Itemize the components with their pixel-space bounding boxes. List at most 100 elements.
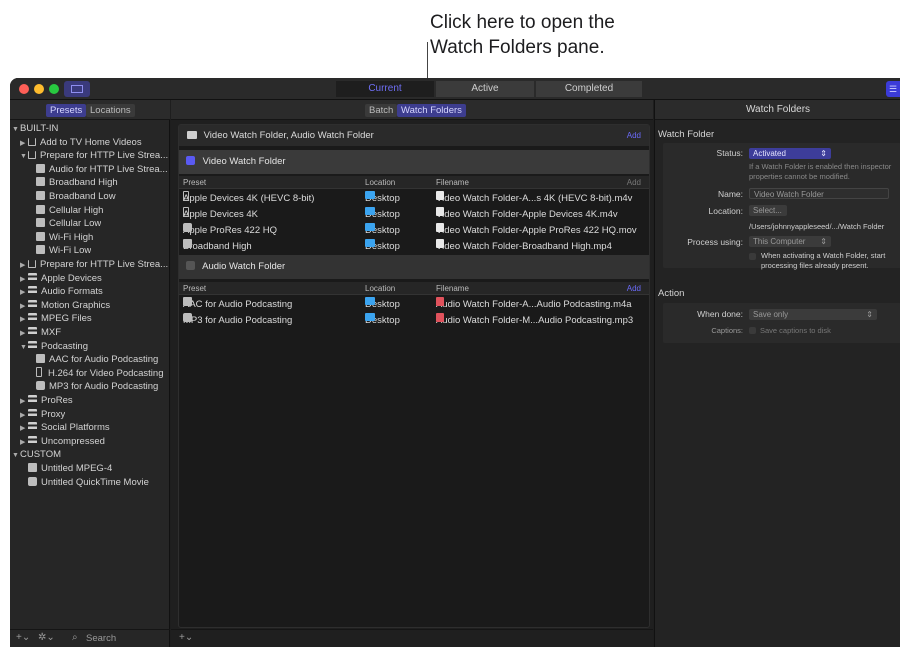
name-field[interactable]: Video Watch Folder [749, 188, 889, 199]
fmt-icon [36, 231, 45, 241]
disclosure-closed-icon[interactable]: ▶ [20, 300, 28, 313]
when-done-popup[interactable]: Save only ⇕ [749, 309, 877, 320]
tab-active[interactable]: Active [436, 81, 534, 97]
sidebar-item[interactable]: ▼CUSTOM [12, 448, 61, 462]
sidebar-item[interactable]: Wi-Fi Low [36, 244, 91, 258]
action-menu-button[interactable]: ✲⌄ [38, 632, 55, 643]
status-popup[interactable]: Activated ⇕ [749, 148, 831, 159]
cell-filename: Video Watch Folder-Apple ProRes 422 HQ.m… [436, 223, 637, 238]
sidebar-item[interactable]: Untitled MPEG-4 [28, 462, 112, 476]
disclosure-open-icon[interactable]: ▼ [20, 341, 28, 354]
sidebar-item[interactable]: ▶ ProRes [20, 394, 73, 408]
tab-completed[interactable]: Completed [536, 81, 642, 97]
sidebar-item[interactable]: ▶ Apple Devices [20, 272, 102, 286]
disclosure-closed-icon[interactable]: ▶ [20, 409, 28, 422]
job-row[interactable]: Apple Devices 4K Desktop Video Watch Folde… [179, 207, 649, 222]
sidebar-item[interactable]: AAC for Audio Podcasting [36, 353, 158, 367]
action-section-label: Action [658, 288, 685, 299]
disclosure-closed-icon[interactable]: ▶ [20, 422, 28, 435]
sidebar-item[interactable]: ▶ Add to TV Home Videos [20, 136, 142, 150]
zoom-icon[interactable] [49, 84, 59, 94]
inspector-toggle-icon[interactable]: ☰ [886, 81, 900, 97]
location-select-button[interactable]: Select... [749, 205, 787, 216]
start-processing-checkbox[interactable] [749, 253, 756, 260]
disclosure-closed-icon[interactable]: ▶ [20, 137, 28, 150]
watch-folders-header-title: Video Watch Folder, Audio Watch Folder [203, 130, 374, 141]
cell-filename: Audio Watch Folder-M...Audio Podcasting.… [436, 313, 633, 328]
sidebar-item[interactable]: H.264 for Video Podcasting [36, 366, 163, 381]
tab-locations[interactable]: Locations [86, 104, 135, 117]
grp-icon [28, 408, 37, 418]
captions-value: Save captions to disk [760, 326, 831, 335]
sidebar-item[interactable]: ▶ Motion Graphics [20, 299, 110, 313]
sidebar-item[interactable]: MP3 for Audio Podcasting [36, 380, 158, 394]
popup-chevron-icon: ⇕ [866, 310, 873, 319]
sidebar-item[interactable]: ▶ Proxy [20, 408, 65, 422]
sidebar-item[interactable]: Audio for HTTP Live Strea... [36, 163, 168, 177]
sidebar-toggle-icon[interactable] [64, 81, 90, 97]
disclosure-closed-icon[interactable]: ▶ [20, 259, 28, 272]
add-preset-button[interactable]: +⌄ [16, 632, 30, 643]
captions-checkbox[interactable] [749, 327, 756, 334]
sidebar-item-label: Add to TV Home Videos [40, 136, 142, 148]
fmt-icon [36, 354, 45, 364]
grp-icon [28, 340, 37, 350]
job-row[interactable]: MP3 for Audio Podcasting Desktop Audio Wat… [179, 313, 649, 328]
audio-column-header: Preset Location Filename Add [179, 282, 649, 295]
watch-folders-header: Video Watch Folder, Audio Watch Folder A… [179, 125, 649, 146]
tab-batch[interactable]: Batch [365, 104, 398, 117]
disclosure-closed-icon[interactable]: ▶ [20, 327, 28, 340]
sidebar-item[interactable]: ▶ Audio Formats [20, 285, 103, 299]
sidebar-item[interactable]: ▶ MXF [20, 326, 61, 340]
cell-filename-text: Video Watch Folder-Apple Devices 4K.m4v [436, 209, 618, 220]
sidebar-item[interactable]: ▶ Prepare for HTTP Live Strea... [20, 258, 168, 272]
disclosure-closed-icon[interactable]: ▶ [20, 313, 28, 326]
process-using-popup[interactable]: This Computer ⇕ [749, 236, 831, 247]
watch-folder-properties: Status: Activated ⇕ If a Watch Folder is… [663, 143, 900, 270]
sidebar-item[interactable]: ▼ Prepare for HTTP Live Strea... [20, 149, 168, 163]
sidebar-item[interactable]: Wi-Fi High [36, 231, 93, 245]
col-filename: Filename [436, 178, 469, 187]
disclosure-closed-icon[interactable]: ▶ [20, 286, 28, 299]
callout-line-1: Click here to open the [430, 12, 615, 33]
tab-current[interactable]: Current [336, 81, 434, 97]
audio-watch-folder-checkbox[interactable] [186, 261, 195, 270]
sidebar-item[interactable]: Broadband High [36, 176, 118, 190]
audio-add-preset-button[interactable]: Add [627, 282, 641, 295]
disclosure-open-icon[interactable]: ▼ [12, 449, 20, 462]
search-input[interactable]: Search [86, 633, 116, 644]
qt-icon [28, 476, 37, 486]
tab-presets[interactable]: Presets [46, 104, 87, 117]
job-row[interactable]: Apple Devices 4K (HEVC 8-bit) Desktop Vide… [179, 191, 649, 206]
sidebar-item[interactable]: Cellular Low [36, 217, 101, 231]
col-filename: Filename [436, 284, 469, 293]
sidebar-item[interactable]: Broadband Low [36, 190, 116, 204]
add-watch-folder-button[interactable]: Add [627, 125, 641, 146]
disclosure-closed-icon[interactable]: ▶ [20, 436, 28, 449]
sidebar-item[interactable]: Untitled QuickTime Movie [28, 476, 149, 490]
add-button[interactable]: +⌄ [179, 632, 193, 643]
minimize-icon[interactable] [34, 84, 44, 94]
sidebar-item-label: Proxy [41, 408, 66, 420]
file-icon [436, 223, 444, 232]
search-icon: ⌕ [72, 632, 78, 643]
disclosure-closed-icon[interactable]: ▶ [20, 395, 28, 408]
title-bar: Current Active Completed ☰ [10, 78, 900, 100]
job-row[interactable]: Apple ProRes 422 HQ Desktop Video Watch Fo… [179, 223, 649, 238]
video-watch-folder-checkbox[interactable] [186, 156, 195, 165]
job-row[interactable]: AAC for Audio Podcasting Desktop Audio Wat… [179, 297, 649, 312]
sidebar-item[interactable]: ▼BUILT-IN [12, 122, 58, 136]
disclosure-open-icon[interactable]: ▼ [12, 123, 20, 136]
folder-icon [365, 313, 375, 321]
tab-watch-folders[interactable]: Watch Folders [397, 104, 466, 117]
sidebar-item[interactable]: ▶ MPEG Files [20, 312, 92, 326]
disclosure-open-icon[interactable]: ▼ [20, 150, 28, 163]
job-row[interactable]: Broadband High Desktop Video Watch Folder-… [179, 239, 649, 254]
close-icon[interactable] [19, 84, 29, 94]
video-add-preset-button[interactable]: Add [627, 176, 641, 189]
sidebar-item[interactable]: Cellular High [36, 204, 103, 218]
sidebar-item[interactable]: ▼ Podcasting [20, 340, 88, 354]
sidebar-item[interactable]: ▶ Social Platforms [20, 421, 110, 435]
sidebar-item[interactable]: ▶ Uncompressed [20, 435, 105, 449]
disclosure-closed-icon[interactable]: ▶ [20, 273, 28, 286]
